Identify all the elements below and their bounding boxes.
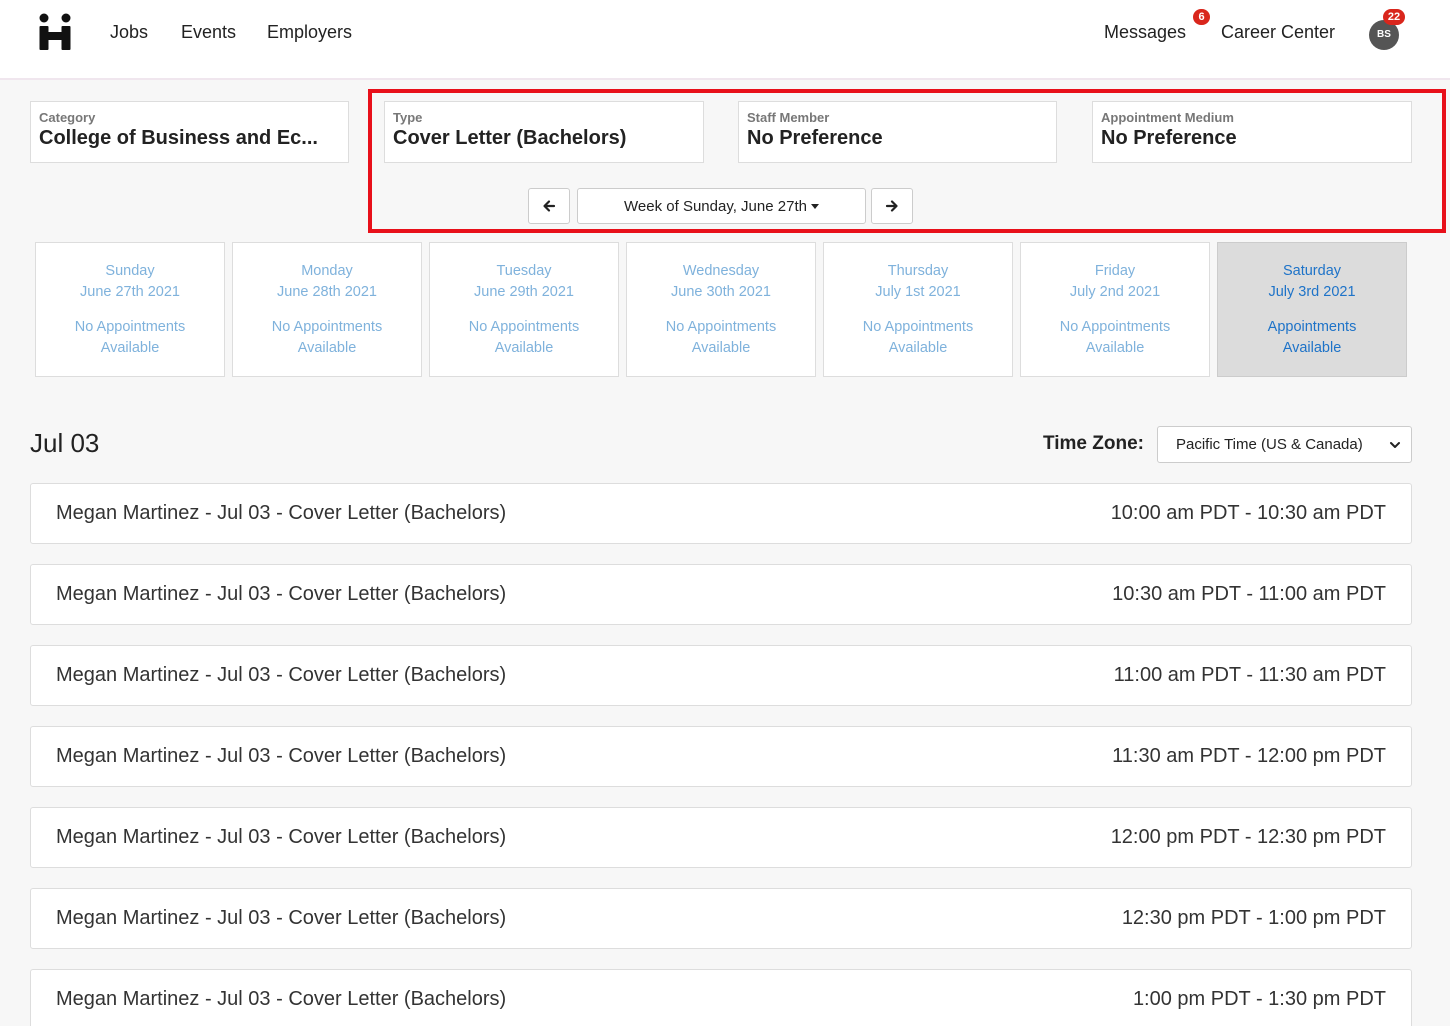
day-status: No Appointments <box>1059 319 1171 335</box>
appointment-time: 1:00 pm PDT - 1:30 pm PDT <box>1132 988 1386 1010</box>
appointment-time: 12:00 pm PDT - 12:30 pm PDT <box>1110 826 1386 848</box>
day-card-saturday[interactable]: Saturday July 3rd 2021 Appointments Avai… <box>1217 242 1407 377</box>
category-filter-label: Category <box>39 110 96 125</box>
type-filter-value: Cover Letter (Bachelors) <box>393 127 627 149</box>
appointment-title: Megan Martinez - Jul 03 - Cover Letter (… <box>56 826 507 848</box>
appointment-medium-filter-label: Appointment Medium <box>1101 110 1234 125</box>
arrow-right-icon <box>885 200 898 212</box>
day-name: Wednesday <box>682 263 760 279</box>
appointment-title: Megan Martinez - Jul 03 - Cover Letter (… <box>56 502 507 524</box>
staff-member-filter[interactable]: Staff Member No Preference <box>738 101 1057 163</box>
caret-down-icon <box>810 203 819 209</box>
day-date: June 30th 2021 <box>671 284 771 300</box>
handshake-logo-icon[interactable] <box>38 12 72 52</box>
appointment-time: 11:30 am PDT - 12:00 pm PDT <box>1112 745 1386 767</box>
day-status-available: Available <box>1282 340 1342 356</box>
chevron-down-icon <box>1390 442 1400 448</box>
day-name: Tuesday <box>496 263 552 279</box>
nav-employers[interactable]: Employers <box>267 22 352 43</box>
category-filter[interactable]: Category College of Business and Ec... <box>30 101 349 163</box>
week-select-label: Week of Sunday, June 27th <box>624 197 807 215</box>
day-date: July 3rd 2021 <box>1268 284 1356 300</box>
day-date: June 27th 2021 <box>80 284 180 300</box>
previous-week-button[interactable] <box>528 188 570 224</box>
day-status-available: Available <box>297 340 357 356</box>
arrow-left-icon <box>543 200 556 212</box>
day-card-friday[interactable]: Friday July 2nd 2021 No Appointments Ava… <box>1020 242 1210 377</box>
timezone-label: Time Zone: <box>1043 433 1144 454</box>
appointment-time: 12:30 pm PDT - 1:00 pm PDT <box>1121 907 1386 929</box>
type-filter[interactable]: Type Cover Letter (Bachelors) <box>384 101 704 163</box>
day-name: Thursday <box>887 263 949 279</box>
nav-career-center[interactable]: Career Center <box>1221 22 1335 43</box>
timezone-select-value: Pacific Time (US & Canada) <box>1176 436 1363 453</box>
day-status-available: Available <box>1085 340 1145 356</box>
day-date: July 2nd 2021 <box>1069 284 1161 300</box>
type-filter-label: Type <box>393 110 423 125</box>
appointment-title: Megan Martinez - Jul 03 - Cover Letter (… <box>56 664 507 686</box>
appointment-slot[interactable]: Megan Martinez - Jul 03 - Cover Letter (… <box>30 564 1412 625</box>
appointment-title: Megan Martinez - Jul 03 - Cover Letter (… <box>56 745 507 767</box>
timezone-select[interactable]: Pacific Time (US & Canada) <box>1157 426 1412 463</box>
day-date: June 29th 2021 <box>474 284 574 300</box>
day-status: Appointments <box>1267 319 1357 335</box>
week-select[interactable]: Week of Sunday, June 27th <box>577 188 866 224</box>
appointment-slot[interactable]: Megan Martinez - Jul 03 - Cover Letter (… <box>30 645 1412 706</box>
appointment-slot[interactable]: Megan Martinez - Jul 03 - Cover Letter (… <box>30 969 1412 1026</box>
day-card-sunday[interactable]: Sunday June 27th 2021 No Appointments Av… <box>35 242 225 377</box>
nav-jobs[interactable]: Jobs <box>110 22 148 43</box>
appointment-slot[interactable]: Megan Martinez - Jul 03 - Cover Letter (… <box>30 888 1412 949</box>
staff-member-filter-label: Staff Member <box>747 110 830 125</box>
day-status: No Appointments <box>468 319 580 335</box>
appointment-slot[interactable]: Megan Martinez - Jul 03 - Cover Letter (… <box>30 807 1412 868</box>
day-card-tuesday[interactable]: Tuesday June 29th 2021 No Appointments A… <box>429 242 619 377</box>
appointment-medium-filter-value: No Preference <box>1101 127 1237 149</box>
appointment-time: 11:00 am PDT - 11:30 am PDT <box>1113 664 1386 686</box>
day-card-thursday[interactable]: Thursday July 1st 2021 No Appointments A… <box>823 242 1013 377</box>
day-status-available: Available <box>494 340 554 356</box>
day-status: No Appointments <box>665 319 777 335</box>
day-status-available: Available <box>888 340 948 356</box>
day-card-monday[interactable]: Monday June 28th 2021 No Appointments Av… <box>232 242 422 377</box>
nav-events[interactable]: Events <box>181 22 236 43</box>
appointment-slot[interactable]: Megan Martinez - Jul 03 - Cover Letter (… <box>30 726 1412 787</box>
notifications-count-badge: 22 <box>1383 9 1405 25</box>
appointment-title: Megan Martinez - Jul 03 - Cover Letter (… <box>56 907 507 929</box>
appointment-time: 10:00 am PDT - 10:30 am PDT <box>1110 502 1386 524</box>
day-status: No Appointments <box>74 319 186 335</box>
day-name: Sunday <box>105 263 155 279</box>
day-status-available: Available <box>100 340 160 356</box>
appointment-time: 10:30 am PDT - 11:00 am PDT <box>1112 583 1386 605</box>
day-status: No Appointments <box>862 319 974 335</box>
appointment-title: Megan Martinez - Jul 03 - Cover Letter (… <box>56 988 507 1010</box>
day-status: No Appointments <box>271 319 383 335</box>
day-card-wednesday[interactable]: Wednesday June 30th 2021 No Appointments… <box>626 242 816 377</box>
messages-count-badge: 6 <box>1193 9 1210 25</box>
day-name: Monday <box>301 263 353 279</box>
selected-date-heading: Jul 03 <box>30 428 100 458</box>
top-nav: Jobs Events Employers Messages 6 Career … <box>0 0 1450 80</box>
category-filter-value: College of Business and Ec... <box>39 127 318 149</box>
day-status-available: Available <box>691 340 751 356</box>
appointment-slot[interactable]: Megan Martinez - Jul 03 - Cover Letter (… <box>30 483 1412 544</box>
day-name: Friday <box>1094 263 1136 279</box>
nav-messages[interactable]: Messages <box>1104 22 1186 43</box>
day-date: July 1st 2021 <box>875 284 961 300</box>
appointment-title: Megan Martinez - Jul 03 - Cover Letter (… <box>56 583 507 605</box>
staff-member-filter-value: No Preference <box>747 127 883 149</box>
day-name: Saturday <box>1282 263 1342 279</box>
appointment-medium-filter[interactable]: Appointment Medium No Preference <box>1092 101 1412 163</box>
day-date: June 28th 2021 <box>277 284 377 300</box>
next-week-button[interactable] <box>871 188 913 224</box>
